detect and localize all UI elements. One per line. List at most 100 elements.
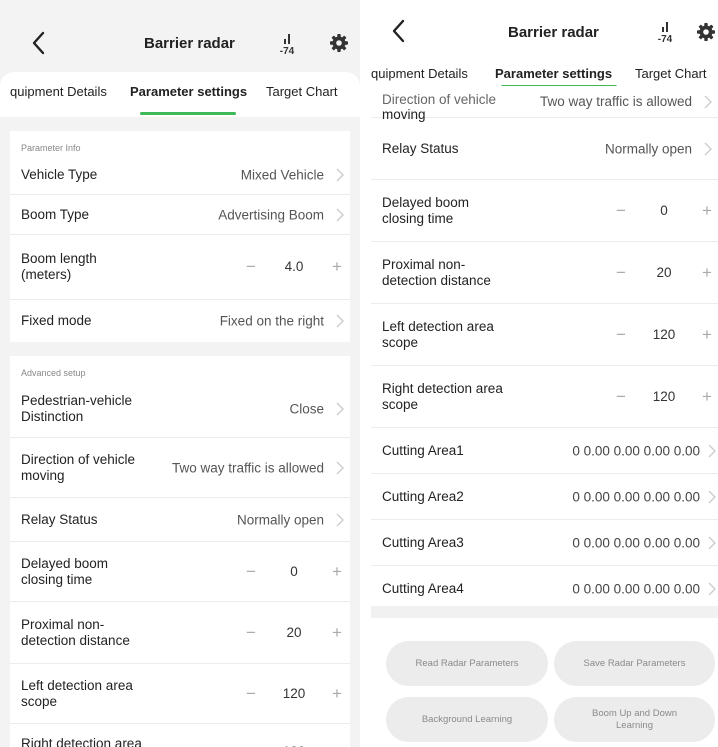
decrement-button[interactable]: − — [610, 386, 632, 408]
signal-value: -74 — [279, 46, 295, 57]
section-caption: Advanced setup — [21, 368, 86, 378]
increment-button[interactable]: + — [326, 561, 348, 583]
tab-bar: quipment Details Parameter settings Targ… — [371, 62, 718, 88]
tab-target-chart[interactable]: Target Chart — [266, 84, 338, 99]
decrement-button[interactable]: − — [240, 561, 262, 583]
back-arrow-icon[interactable] — [388, 18, 410, 44]
row-label: Direction of vehicle moving — [21, 451, 136, 483]
chevron-right-icon[interactable] — [334, 167, 346, 183]
action-buttons: Read Radar Parameters Save Radar Paramet… — [371, 620, 718, 747]
back-arrow-icon[interactable] — [28, 30, 50, 56]
boom-type-row[interactable]: Boom Type Advertising Boom — [10, 195, 350, 235]
row-value: 0 0.00 0.00 0.00 0.00 — [572, 489, 700, 504]
increment-button[interactable]: + — [696, 386, 718, 408]
chevron-right-icon[interactable] — [706, 443, 718, 459]
decrement-button[interactable]: − — [610, 262, 632, 284]
section-caption: Parameter Info — [21, 143, 81, 153]
boom-learning-button[interactable]: Boom Up and Down Learning — [554, 697, 715, 742]
row-label: Boom length (meters) — [21, 251, 97, 282]
row-label: Right detection area scope — [382, 380, 503, 412]
proximal-distance-stepper: − 20 + — [240, 622, 348, 644]
increment-button[interactable]: + — [326, 622, 348, 644]
relay-status-row[interactable]: Relay Status Normally open — [371, 118, 718, 180]
delayed-closing-stepper: − 0 + — [610, 200, 718, 222]
right-scope-row: Right detection area − 120 + — [10, 724, 350, 747]
delayed-closing-row: Delayed boom closing time − 0 + — [10, 542, 350, 602]
row-label: Proximal non- detection distance — [21, 616, 130, 648]
increment-button[interactable]: + — [696, 262, 718, 284]
cutting-area-row[interactable]: Cutting Area1 0 0.00 0.00 0.00 0.00 — [371, 428, 718, 474]
chevron-right-icon[interactable] — [334, 207, 346, 223]
chevron-right-icon[interactable] — [702, 94, 714, 110]
decrement-button[interactable]: − — [610, 200, 632, 222]
increment-button[interactable]: + — [326, 683, 348, 705]
row-label: Cutting Area1 — [382, 442, 464, 458]
section-divider — [371, 606, 718, 618]
row-value: Advertising Boom — [218, 207, 324, 222]
proximal-distance-row: Proximal non- detection distance − 20 + — [10, 602, 350, 664]
row-label: Cutting Area4 — [382, 581, 464, 596]
row-value: Two way traffic is allowed — [539, 94, 692, 109]
cutting-area-row[interactable]: Cutting Area3 0 0.00 0.00 0.00 0.00 — [371, 520, 718, 566]
increment-button[interactable]: + — [696, 200, 718, 222]
chevron-right-icon[interactable] — [706, 535, 718, 551]
save-radar-parameters-button[interactable]: Save Radar Parameters — [554, 641, 715, 686]
right-scope-row: Right detection area scope − 120 + — [371, 366, 718, 428]
background-learning-button[interactable]: Background Learning — [386, 697, 548, 742]
decrement-button[interactable]: − — [240, 741, 262, 747]
fixed-mode-row[interactable]: Fixed mode Fixed on the right — [10, 300, 350, 342]
row-value: Two way traffic is allowed — [171, 460, 324, 475]
decrement-button[interactable]: − — [240, 256, 262, 278]
delayed-closing-stepper: − 0 + — [240, 561, 348, 583]
vehicle-type-row[interactable]: Vehicle Type Mixed Vehicle — [10, 155, 350, 195]
chevron-right-icon[interactable] — [334, 512, 346, 528]
vehicle-direction-row[interactable]: Direction of vehicle moving Two way traf… — [10, 438, 350, 498]
tab-parameter-settings[interactable]: Parameter settings — [130, 84, 247, 99]
stepper-value: 120 — [652, 388, 676, 404]
page-title: Barrier radar — [508, 24, 599, 41]
row-value: Normally open — [236, 512, 324, 527]
gear-icon[interactable] — [696, 22, 716, 42]
increment-button[interactable]: + — [326, 256, 348, 278]
gear-icon[interactable] — [329, 33, 349, 53]
active-tab-indicator — [140, 112, 236, 115]
stepper-value: 0 — [290, 563, 298, 579]
header: Barrier radar -74 — [0, 0, 360, 72]
increment-button[interactable]: + — [696, 324, 718, 346]
read-radar-parameters-button[interactable]: Read Radar Parameters — [386, 641, 548, 686]
tab-bar: quipment Details Parameter settings Targ… — [0, 72, 360, 117]
row-label: Relay Status — [21, 511, 98, 527]
boom-length-stepper: − 4.0 + — [240, 256, 348, 278]
chevron-right-icon[interactable] — [334, 313, 346, 329]
stepper-value: 120 — [262, 741, 326, 747]
proximal-distance-stepper: − 20 + — [610, 262, 718, 284]
signal-strength: -74 — [275, 30, 299, 60]
row-value: Normally open — [604, 141, 692, 156]
left-scope-row: Left detection area scope − 120 + — [371, 304, 718, 366]
chevron-right-icon[interactable] — [334, 460, 346, 476]
chevron-right-icon[interactable] — [334, 401, 346, 417]
row-value: Close — [289, 401, 324, 416]
vehicle-direction-row[interactable]: Direction of vehicle moving Two way traf… — [371, 86, 718, 122]
left-screen: Barrier radar -74 quipment Details Param… — [0, 0, 360, 747]
row-label: Vehicle Type — [21, 166, 98, 182]
settings-list: Direction of vehicle moving Two way traf… — [371, 86, 718, 620]
proximal-distance-row: Proximal non- detection distance − 20 + — [371, 242, 718, 304]
cutting-area-row[interactable]: Cutting Area2 0 0.00 0.00 0.00 0.00 — [371, 474, 718, 520]
tab-equipment-details[interactable]: quipment Details — [10, 84, 107, 99]
tab-parameter-settings[interactable]: Parameter settings — [495, 66, 612, 81]
relay-status-row[interactable]: Relay Status Normally open — [10, 498, 350, 542]
tab-equipment-details[interactable]: quipment Details — [371, 66, 468, 81]
pedestrian-distinction-row[interactable]: Pedestrian-vehicle Distinction Close — [10, 380, 350, 438]
row-value: Fixed on the right — [219, 313, 324, 329]
tab-target-chart[interactable]: Target Chart — [635, 66, 707, 81]
decrement-button[interactable]: − — [240, 683, 262, 705]
increment-button[interactable]: + — [326, 741, 348, 747]
chevron-right-icon[interactable] — [706, 489, 718, 505]
chevron-right-icon[interactable] — [706, 581, 718, 597]
chevron-right-icon[interactable] — [702, 141, 714, 157]
decrement-button[interactable]: − — [610, 324, 632, 346]
decrement-button[interactable]: − — [240, 622, 262, 644]
row-value: Mixed Vehicle — [240, 167, 324, 182]
row-label: Delayed boom closing time — [21, 555, 109, 587]
